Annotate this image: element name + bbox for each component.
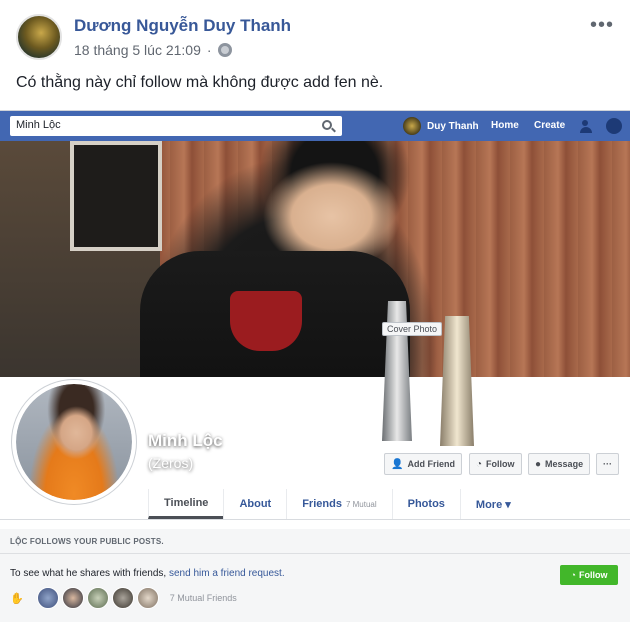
- mutual-friends-row: ✋ 7 Mutual Friends: [10, 587, 237, 609]
- search-icon[interactable]: [322, 120, 332, 130]
- tab-photos-label: Photos: [407, 498, 445, 510]
- follow-notice-sentence: To see what he shares with friends,: [10, 568, 167, 579]
- mutual-count-badge: 7 Mutual: [345, 499, 377, 509]
- friend-requests-icon[interactable]: [580, 118, 596, 134]
- mutual-friend-avatar[interactable]: [86, 587, 109, 609]
- message-button[interactable]: ● Message: [528, 453, 591, 475]
- follow-cover-label: Follow: [486, 459, 515, 469]
- facebook-post: Dương Nguyễn Duy Thanh 18 tháng 5 lúc 21…: [0, 0, 630, 622]
- home-link[interactable]: Home: [491, 120, 519, 131]
- messenger-small-icon: ●: [535, 458, 542, 470]
- tab-timeline[interactable]: Timeline: [148, 489, 224, 519]
- meta-separator: ·: [206, 42, 212, 58]
- post-meta: 18 tháng 5 lúc 21:09 ·: [74, 42, 232, 58]
- post-options-button[interactable]: •••: [590, 14, 614, 37]
- mutual-friend-avatar[interactable]: [111, 587, 134, 609]
- topbar-user-name: Duy Thanh: [427, 120, 479, 132]
- post-timestamp[interactable]: 18 tháng 5 lúc 21:09: [74, 42, 201, 58]
- embedded-screenshot: Minh Lộc Duy Thanh Home Create Cover Pho…: [0, 110, 630, 622]
- tab-friends-label: Friends: [302, 498, 342, 510]
- more-options-button[interactable]: ···: [596, 453, 619, 475]
- search-input[interactable]: Minh Lộc: [10, 116, 342, 136]
- follow-button-label: Follow: [578, 570, 608, 580]
- add-friend-button[interactable]: 👤 Add Friend: [384, 453, 462, 475]
- search-value: Minh Lộc: [16, 119, 61, 131]
- tab-friends[interactable]: Friends 7 Mutual: [286, 489, 391, 519]
- tab-more-label: More ▾: [475, 498, 511, 511]
- tab-about[interactable]: About: [223, 489, 286, 519]
- cover-photo[interactable]: [0, 141, 630, 377]
- facebook-top-bar: Minh Lộc Duy Thanh Home Create: [0, 111, 630, 141]
- mutual-friend-avatar[interactable]: [61, 587, 84, 609]
- mutual-friend-avatar[interactable]: [36, 587, 59, 609]
- post-text: Có thằng này chỉ follow mà không được ad…: [16, 74, 384, 91]
- create-link[interactable]: Create: [534, 120, 565, 131]
- add-friend-label: Add Friend: [407, 459, 455, 469]
- messenger-icon[interactable]: [606, 118, 622, 134]
- tab-timeline-label: Timeline: [164, 496, 209, 509]
- trophy-right: [440, 316, 474, 446]
- profile-picture[interactable]: [12, 380, 136, 504]
- tab-photos[interactable]: Photos: [391, 489, 460, 519]
- follow-notice-heading: LỘC FOLLOWS YOUR PUBLIC POSTS.: [10, 537, 164, 546]
- profile-nickname: (Zeros): [148, 455, 194, 471]
- mutual-friend-avatar[interactable]: [136, 587, 159, 609]
- rss-icon: ◔: [476, 458, 483, 470]
- author-name[interactable]: Dương Nguyễn Duy Thanh: [74, 16, 291, 36]
- mutual-friends-label[interactable]: 7 Mutual Friends: [170, 593, 237, 603]
- cover-photo-tooltip: Cover Photo: [382, 322, 443, 336]
- author-avatar[interactable]: [16, 14, 62, 60]
- topbar-user[interactable]: Duy Thanh: [403, 117, 479, 135]
- jersey-logo: [230, 291, 302, 351]
- tab-more[interactable]: More ▾: [459, 489, 526, 519]
- add-friend-icon: 👤: [391, 458, 404, 470]
- profile-picture-image: [16, 384, 132, 500]
- profile-tabs: Timeline About Friends 7 Mutual Photos Mo…: [148, 489, 630, 519]
- wave-icon: ✋: [10, 592, 24, 605]
- profile-name[interactable]: Minh Lộc: [148, 431, 223, 451]
- rss-icon: ◔: [570, 570, 576, 580]
- tab-about-label: About: [239, 498, 272, 510]
- friend-request-link[interactable]: send him a friend request.: [169, 568, 285, 579]
- message-label: Message: [545, 459, 584, 469]
- follow-cover-button[interactable]: ◔ Follow: [469, 453, 522, 475]
- follow-button[interactable]: ◔ Follow: [560, 565, 618, 585]
- globe-icon[interactable]: [217, 43, 232, 57]
- follow-notice-text: To see what he shares with friends, send…: [10, 568, 285, 579]
- tabs-divider: [0, 519, 630, 520]
- user-avatar: [403, 117, 421, 135]
- follow-notice-rule: [0, 553, 630, 554]
